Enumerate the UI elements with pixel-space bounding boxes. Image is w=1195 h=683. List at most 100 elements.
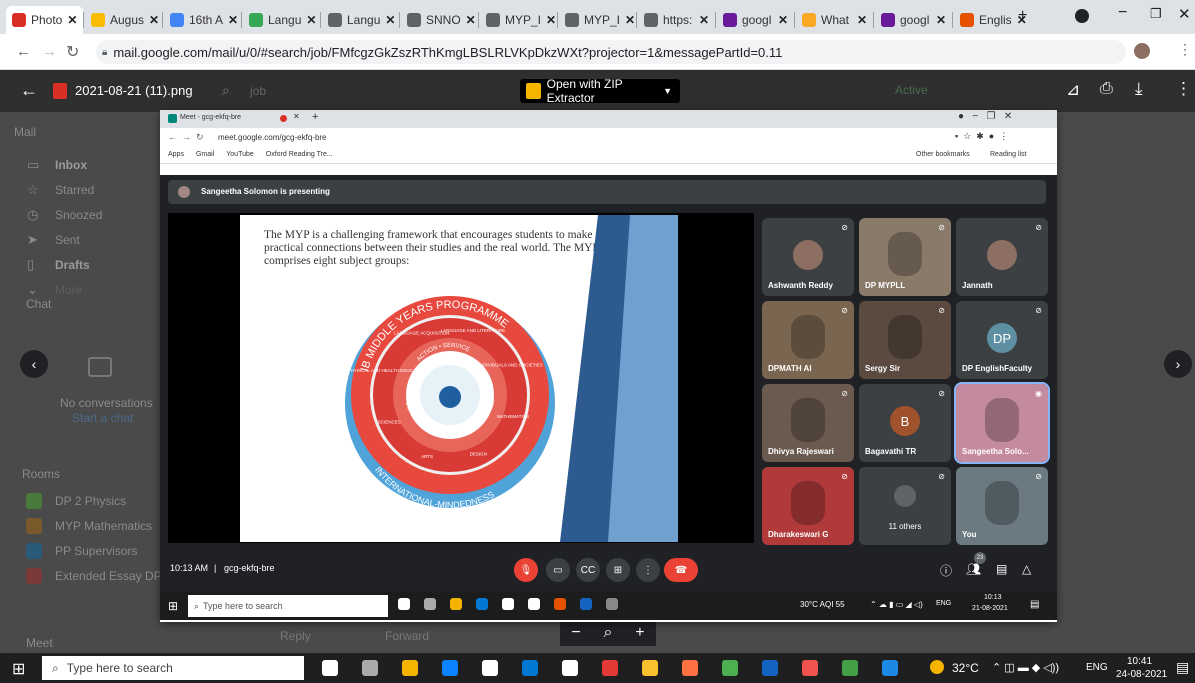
leave-call-button[interactable]: ☎︎ (664, 558, 698, 582)
taskbar-app-icon[interactable] (802, 660, 818, 676)
participant-tile[interactable]: DP DP EnglishFaculty ⊘ (956, 301, 1048, 379)
participant-tile[interactable]: DP MYPLL ⊘ (859, 218, 951, 296)
present-button[interactable]: ⊞ (606, 558, 630, 582)
people-icon[interactable]: 👥︎ (966, 562, 981, 576)
browser-tab[interactable]: https: ✕ (638, 6, 715, 34)
room-item-label[interactable]: PP Supervisors (55, 544, 137, 558)
browser-tab[interactable]: Photo ✕ (6, 6, 83, 34)
open-with-button[interactable]: Open with ZIP Extractor ▼ (520, 77, 680, 105)
close-viewer-icon[interactable]: ← (20, 80, 38, 101)
more-options-button[interactable]: ⋮ (636, 558, 660, 582)
tab-close-icon[interactable]: ✕ (149, 13, 159, 27)
tab-close-icon[interactable]: ✕ (385, 13, 395, 27)
participant-tile[interactable]: Jannath ⊘ (956, 218, 1048, 296)
profile-icon[interactable] (1075, 9, 1089, 23)
tab-close-icon[interactable]: ✕ (778, 13, 788, 27)
taskbar-app-icon[interactable] (322, 660, 338, 676)
participant-tile[interactable]: Ashwanth Reddy ⊘ (762, 218, 854, 296)
tab-close-icon[interactable]: ✕ (546, 13, 556, 27)
sidebar-item-label[interactable]: Drafts (55, 258, 90, 272)
mic-off-button[interactable]: 🎙︎ (514, 558, 538, 582)
taskbar-app-icon[interactable] (882, 660, 898, 676)
taskbar-time[interactable]: 10:41 (1127, 656, 1152, 667)
reload-icon[interactable]: ↻ (66, 42, 79, 62)
browser-tab[interactable]: MYP_I ✕ (480, 6, 557, 34)
print-icon[interactable]: ⎙ (1100, 80, 1113, 98)
sidebar-item-label[interactable]: Inbox (55, 158, 87, 172)
start-icon[interactable]: ⊞ (12, 659, 25, 679)
taskbar-app-icon[interactable] (682, 660, 698, 676)
taskbar-search[interactable]: ⌕ Type here to search (42, 656, 304, 680)
browser-tab[interactable]: googl ✕ (717, 6, 794, 34)
sidebar-item-label[interactable]: Snoozed (55, 208, 102, 222)
dropdown-icon[interactable]: ▼ (663, 86, 672, 96)
minimize-icon[interactable]: − (1118, 4, 1127, 22)
activities-icon[interactable]: △ (1022, 562, 1031, 576)
taskbar-app-icon[interactable] (642, 660, 658, 676)
taskbar-date[interactable]: 24-08-2021 (1116, 669, 1167, 680)
taskbar-app-icon[interactable] (842, 660, 858, 676)
taskbar-app-icon[interactable] (602, 660, 618, 676)
captions-button[interactable]: CC (576, 558, 600, 582)
zoom-out-button[interactable]: − (571, 624, 580, 642)
browser-tab[interactable]: Langu ✕ (322, 6, 399, 34)
menu-icon[interactable]: ⋮ (1178, 41, 1192, 58)
start-chat-link[interactable]: Start a chat (72, 411, 133, 425)
next-arrow-button[interactable]: › (1164, 350, 1192, 378)
more-icon[interactable]: ⋮ (1175, 79, 1192, 99)
tab-close-icon[interactable]: ✕ (625, 13, 635, 27)
taskbar-app-icon[interactable] (482, 660, 498, 676)
tab-close-icon[interactable]: ✕ (306, 13, 316, 27)
browser-tab[interactable]: MYP_I ✕ (559, 6, 636, 34)
participant-tile[interactable]: Sergy Sir ⊘ (859, 301, 951, 379)
taskbar-app-icon[interactable] (762, 660, 778, 676)
browser-tab[interactable]: 16th A ✕ (164, 6, 241, 34)
taskbar-app-icon[interactable] (562, 660, 578, 676)
forward-button[interactable]: Forward (385, 629, 429, 643)
taskbar-app-icon[interactable] (722, 660, 738, 676)
address-bar[interactable]: 🔒︎ mail.google.com/mail/u/0/#search/job/… (96, 40, 1126, 64)
forward-icon[interactable]: → (42, 43, 57, 60)
reply-button[interactable]: Reply (280, 629, 311, 643)
restore-icon[interactable]: ❐ (1150, 6, 1162, 22)
back-icon[interactable]: ← (16, 43, 31, 60)
tab-close-icon[interactable]: ✕ (67, 13, 77, 27)
browser-tab[interactable]: googl ✕ (875, 6, 952, 34)
new-tab-button[interactable]: + (1018, 7, 1027, 25)
browser-tab[interactable]: Augus ✕ (85, 6, 162, 34)
participant-tile[interactable]: B Bagavathi TR ⊘ (859, 384, 951, 462)
tab-close-icon[interactable]: ✕ (228, 13, 238, 27)
add-to-drive-icon[interactable]: ⊿ (1066, 80, 1080, 100)
taskbar-app-icon[interactable] (362, 660, 378, 676)
tab-close-icon[interactable]: ✕ (936, 13, 946, 27)
close-window-icon[interactable]: ✕ (1178, 5, 1191, 23)
sidebar-item-label[interactable]: More (55, 283, 82, 297)
room-item-label[interactable]: DP 2 Physics (55, 494, 126, 508)
tray-icons[interactable]: ⌃ ◫ ▬ ◆ ◁)) (992, 661, 1059, 674)
participant-tile[interactable]: You ⊘ (956, 467, 1048, 545)
browser-tab[interactable]: Langu ✕ (243, 6, 320, 34)
browser-tab[interactable]: What ✕ (796, 6, 873, 34)
taskbar-app-icon[interactable] (442, 660, 458, 676)
room-item-label[interactable]: MYP Mathematics (55, 519, 152, 533)
tab-close-icon[interactable]: ✕ (466, 13, 476, 27)
participant-tile[interactable]: Dharakeswari G ⊘ (762, 467, 854, 545)
chat-icon[interactable]: ▤ (996, 562, 1007, 576)
tab-close-icon[interactable]: ✕ (699, 13, 709, 27)
notification-icon[interactable]: ▤ (1176, 659, 1189, 676)
taskbar-lang[interactable]: ENG (1086, 662, 1108, 673)
prev-arrow-button[interactable]: ‹ (20, 350, 48, 378)
participant-tile[interactable]: Sangeetha Solo... ◉ (954, 382, 1050, 464)
taskbar-app-icon[interactable] (522, 660, 538, 676)
download-icon[interactable]: ⤓ (1135, 79, 1143, 99)
room-item-label[interactable]: Extended Essay DP2 (55, 569, 168, 583)
sidebar-item-label[interactable]: Starred (55, 183, 94, 197)
info-icon[interactable]: ⓘ (940, 562, 952, 579)
taskbar-app-icon[interactable] (402, 660, 418, 676)
participant-tile[interactable]: 11 others ⊘ (859, 467, 951, 545)
browser-tab[interactable]: SNNO ✕ (401, 6, 478, 34)
zoom-in-button[interactable]: + (635, 624, 644, 642)
participant-tile[interactable]: Dhivya Rajeswari ⊘ (762, 384, 854, 462)
camera-button[interactable]: ▭ (546, 558, 570, 582)
tab-close-icon[interactable]: ✕ (857, 13, 867, 27)
